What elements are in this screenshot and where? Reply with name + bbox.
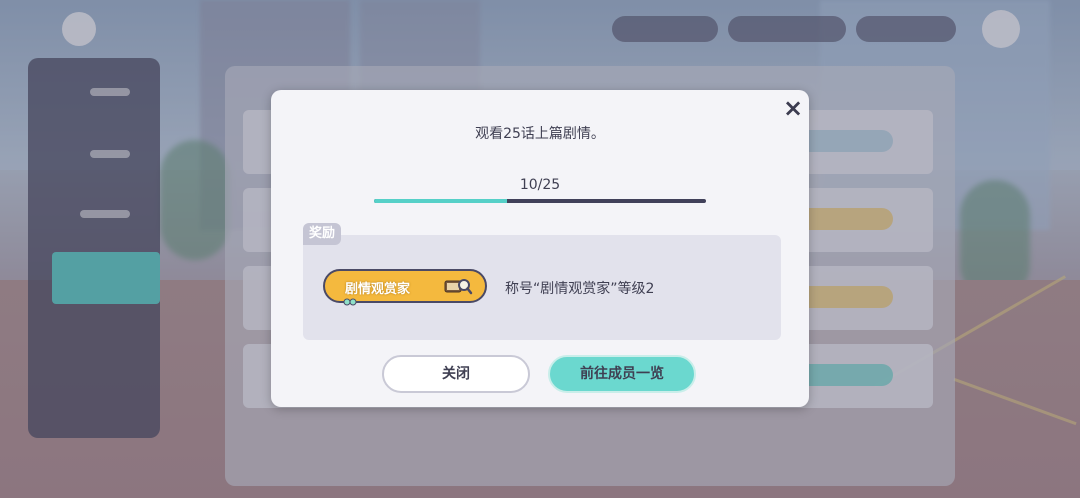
reward-description: 称号“剧情观赏家”等级2 [505, 281, 655, 297]
close-icon[interactable]: × [779, 94, 807, 122]
reward-tag: 奖励 [303, 223, 342, 245]
sparkle-icon [343, 298, 357, 306]
progress-bar [374, 199, 706, 203]
close-button[interactable]: 关闭 [382, 355, 530, 393]
badge-text: 剧情观赏家 [345, 282, 411, 297]
film-magnifier-icon [444, 279, 473, 295]
progress-text: 10/25 [519, 177, 561, 193]
mission-dialog: × 观看25话上篇剧情。 10/25 奖励 剧情观赏家 称号“剧情观赏家”等级2… [271, 90, 809, 407]
goto-member-list-button[interactable]: 前往成员一览 [548, 355, 696, 393]
progress-bar-fill [374, 199, 507, 203]
mission-title: 观看25话上篇剧情。 [475, 126, 605, 142]
title-badge: 剧情观赏家 [323, 269, 487, 306]
